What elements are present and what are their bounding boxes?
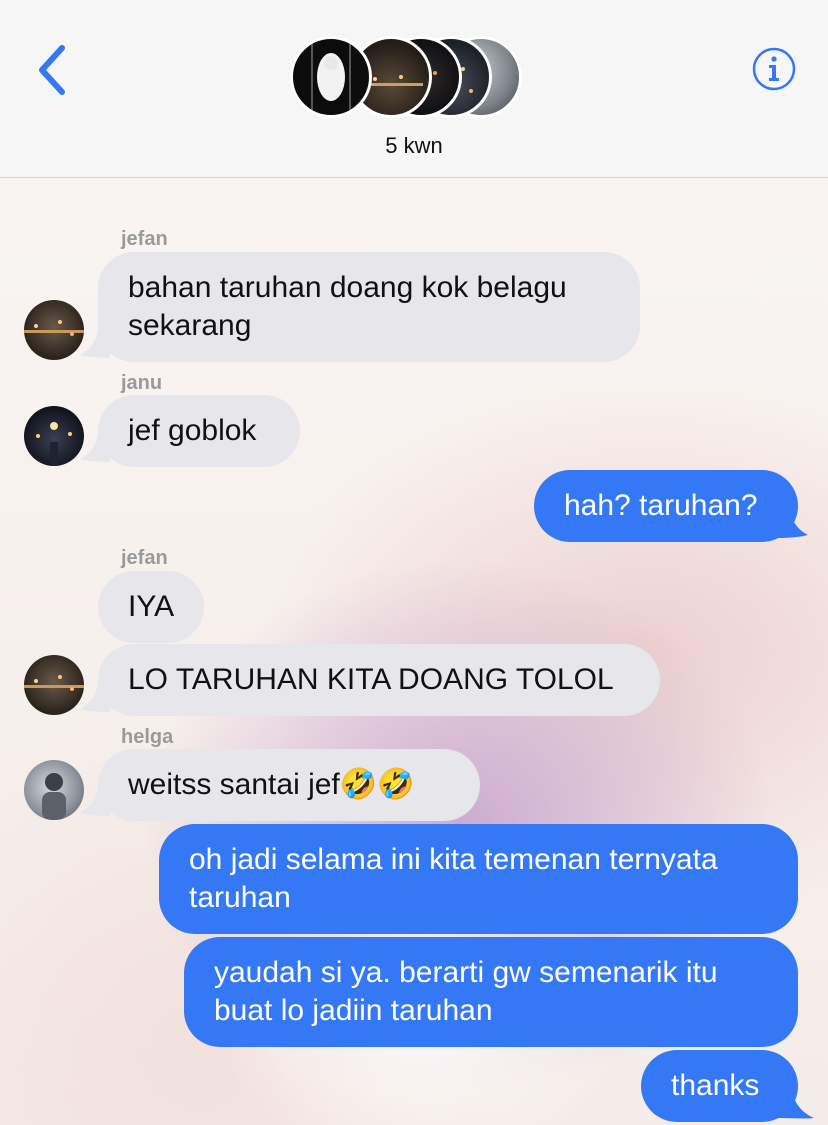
chevron-left-icon <box>39 45 65 95</box>
sender-avatar[interactable] <box>24 406 84 466</box>
group-avatars[interactable] <box>290 36 522 122</box>
sender-name: janu <box>121 372 163 394</box>
message-bubble[interactable]: IYA <box>98 571 204 643</box>
message-bubble[interactable]: bahan taruhan doang kok belagu sekarang <box>98 252 640 362</box>
sender-avatar[interactable] <box>24 760 84 820</box>
back-button[interactable] <box>32 42 76 98</box>
group-avatar <box>290 36 372 118</box>
message-bubble[interactable]: yaudah si ya. berarti gw semenarik itu b… <box>184 937 798 1047</box>
message-bubble[interactable]: jef goblok <box>98 395 300 467</box>
sender-avatar[interactable] <box>24 300 84 360</box>
member-count[interactable]: 5 kwn <box>0 133 828 159</box>
message-bubble[interactable]: hah? taruhan? <box>534 470 798 542</box>
sender-name: jefan <box>121 228 168 250</box>
sender-avatar[interactable] <box>24 655 84 715</box>
message-bubble[interactable]: weitss santai jef🤣🤣 <box>98 749 480 821</box>
message-bubble[interactable]: oh jadi selama ini kita temenan ternyata… <box>159 824 798 934</box>
conversation-header: 5 kwn <box>0 0 828 178</box>
message-bubble[interactable]: thanks <box>641 1050 798 1122</box>
sender-name: helga <box>121 726 174 748</box>
info-button[interactable] <box>751 46 797 92</box>
message-bubble[interactable]: LO TARUHAN KITA DOANG TOLOL <box>98 644 660 716</box>
info-icon <box>752 47 796 91</box>
sender-name: jefan <box>121 547 168 569</box>
